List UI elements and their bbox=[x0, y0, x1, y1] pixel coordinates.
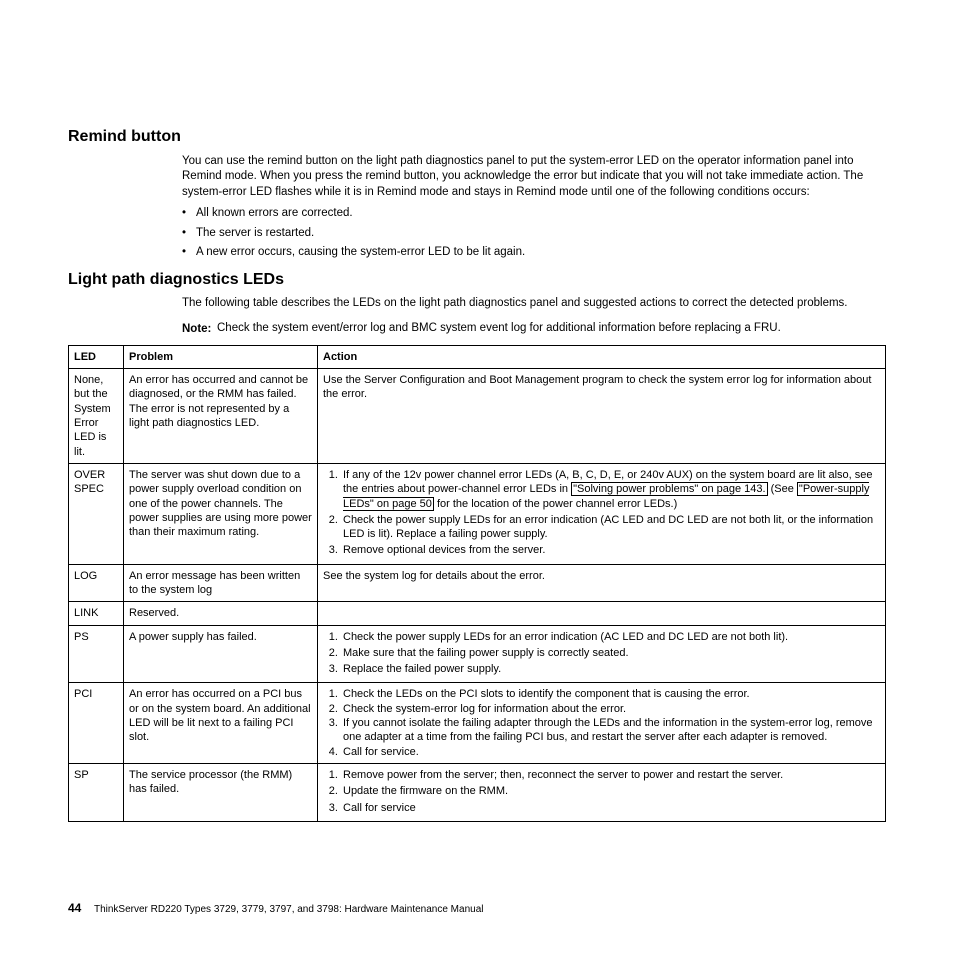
cell-led: OVER SPEC bbox=[69, 463, 124, 564]
cell-led: SP bbox=[69, 763, 124, 821]
table-row: PCI An error has occurred on a PCI bus o… bbox=[69, 683, 886, 763]
cell-action: See the system log for details about the… bbox=[318, 564, 886, 602]
list-item: Remove optional devices from the server. bbox=[341, 543, 880, 557]
table-row: LINK Reserved. bbox=[69, 602, 886, 625]
list-item: Check the power supply LEDs for an error… bbox=[341, 513, 880, 542]
cell-problem: The server was shut down due to a power … bbox=[124, 463, 318, 564]
cell-action bbox=[318, 602, 886, 625]
light-path-paragraph: The following table describes the LEDs o… bbox=[182, 296, 886, 312]
page-number: 44 bbox=[68, 901, 81, 915]
cell-action: Check the LEDs on the PCI slots to ident… bbox=[318, 683, 886, 763]
table-row: LOG An error message has been written to… bbox=[69, 564, 886, 602]
cell-problem: An error has occurred and cannot be diag… bbox=[124, 369, 318, 464]
cell-led: PCI bbox=[69, 683, 124, 763]
list-item: Remove power from the server; then, reco… bbox=[341, 768, 880, 782]
list-item: If you cannot isolate the failing adapte… bbox=[341, 716, 880, 745]
led-table: LED Problem Action None, but the System … bbox=[68, 345, 886, 822]
table-row: None, but the System Error LED is lit. A… bbox=[69, 369, 886, 464]
note-text: Check the system event/error log and BMC… bbox=[217, 321, 886, 337]
list-item: Call for service. bbox=[341, 745, 880, 759]
heading-remind-button: Remind button bbox=[68, 126, 886, 148]
xref-link[interactable]: "Solving power problems" on page 143. bbox=[571, 482, 767, 496]
list-item: The server is restarted. bbox=[182, 226, 886, 242]
list-item: All known errors are corrected. bbox=[182, 206, 886, 222]
note-label: Note: bbox=[182, 323, 211, 335]
table-row: OVER SPEC The server was shut down due t… bbox=[69, 463, 886, 564]
th-led: LED bbox=[69, 345, 124, 368]
list-item: Replace the failed power supply. bbox=[341, 662, 880, 676]
table-row: PS A power supply has failed. Check the … bbox=[69, 625, 886, 683]
cell-led: PS bbox=[69, 625, 124, 683]
th-problem: Problem bbox=[124, 345, 318, 368]
cell-problem: Reserved. bbox=[124, 602, 318, 625]
cell-problem: The service processor (the RMM) has fail… bbox=[124, 763, 318, 821]
remind-bullet-list: All known errors are corrected. The serv… bbox=[182, 206, 886, 261]
cell-action: Use the Server Configuration and Boot Ma… bbox=[318, 369, 886, 464]
list-item: Check the power supply LEDs for an error… bbox=[341, 630, 880, 644]
cell-action: Check the power supply LEDs for an error… bbox=[318, 625, 886, 683]
cell-led: LOG bbox=[69, 564, 124, 602]
note-block: Note: Check the system event/error log a… bbox=[182, 322, 886, 337]
cell-led: LINK bbox=[69, 602, 124, 625]
list-item: If any of the 12v power channel error LE… bbox=[341, 468, 880, 511]
list-item: A new error occurs, causing the system-e… bbox=[182, 245, 886, 261]
list-item: Make sure that the failing power supply … bbox=[341, 646, 880, 660]
page-footer: 44 ThinkServer RD220 Types 3729, 3779, 3… bbox=[68, 900, 483, 917]
cell-action: If any of the 12v power channel error LE… bbox=[318, 463, 886, 564]
list-item: Update the firmware on the RMM. bbox=[341, 784, 880, 798]
footer-text: ThinkServer RD220 Types 3729, 3779, 3797… bbox=[94, 904, 484, 915]
remind-paragraph: You can use the remind button on the lig… bbox=[182, 154, 886, 201]
cell-problem: A power supply has failed. bbox=[124, 625, 318, 683]
list-item: Check the system-error log for informati… bbox=[341, 702, 880, 716]
cell-problem: An error message has been written to the… bbox=[124, 564, 318, 602]
cell-problem: An error has occurred on a PCI bus or on… bbox=[124, 683, 318, 763]
heading-light-path: Light path diagnostics LEDs bbox=[68, 269, 886, 291]
table-row: SP The service processor (the RMM) has f… bbox=[69, 763, 886, 821]
list-item: Check the LEDs on the PCI slots to ident… bbox=[341, 687, 880, 701]
cell-action: Remove power from the server; then, reco… bbox=[318, 763, 886, 821]
th-action: Action bbox=[318, 345, 886, 368]
cell-led: None, but the System Error LED is lit. bbox=[69, 369, 124, 464]
list-item: Call for service bbox=[341, 801, 880, 815]
